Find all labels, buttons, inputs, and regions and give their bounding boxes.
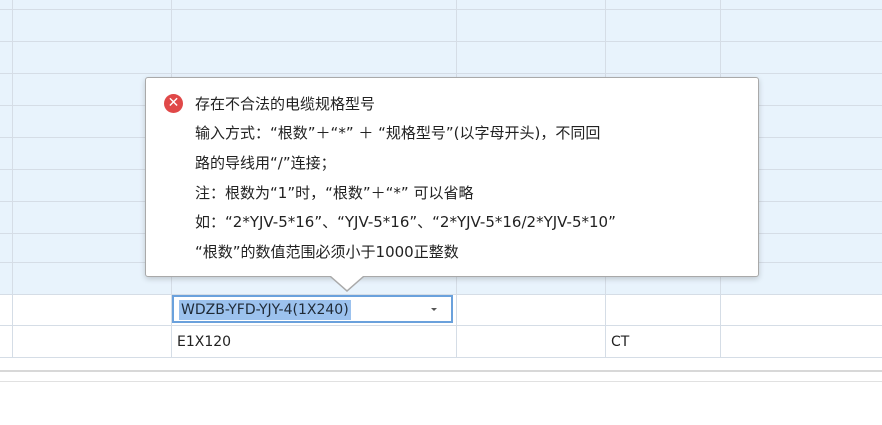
- grid-row-line: [0, 41, 882, 42]
- tooltip-pointer-fill: [331, 276, 363, 290]
- tooltip-line: 注：根数为“1”时，“根数”＋“*” 可以省略: [195, 184, 474, 202]
- error-x-icon: ✕: [164, 94, 183, 113]
- grid-cell[interactable]: E1X120: [177, 332, 231, 352]
- tooltip-title: 存在不合法的电缆规格型号: [195, 95, 376, 113]
- cell-editor-value[interactable]: WDZB-YFD-YJY-4(1X240): [179, 300, 351, 320]
- dropdown-arrow-icon[interactable]: [431, 308, 437, 311]
- grid-row-line: [0, 325, 882, 326]
- tooltip-line: 路的导线用“/”连接；: [195, 154, 336, 172]
- tooltip-line: “根数”的数值范围必须小于1000正整数: [195, 243, 459, 261]
- grid-row-line: [0, 9, 882, 10]
- tooltip-line: 输入方式：“根数”＋“*” ＋ “规格型号”(以字母开头)，不同回: [195, 124, 601, 142]
- grid-row-line: [0, 73, 882, 74]
- tooltip-line: 如：“2*YJV-5*16”、“YJV-5*16”、“2*YJV-5*16/2*…: [195, 213, 616, 231]
- grid-row-line: [0, 357, 882, 358]
- horizontal-scrollbar-divider: [0, 370, 882, 372]
- grid-col-line: [12, 0, 13, 358]
- cell-editor-combobox[interactable]: WDZB-YFD-YJY-4(1X240): [172, 295, 453, 323]
- validation-error-tooltip: ✕ 存在不合法的电缆规格型号 输入方式：“根数”＋“*” ＋ “规格型号”(以字…: [145, 77, 759, 292]
- grid-cell[interactable]: CT: [611, 332, 629, 352]
- divider: [0, 381, 882, 382]
